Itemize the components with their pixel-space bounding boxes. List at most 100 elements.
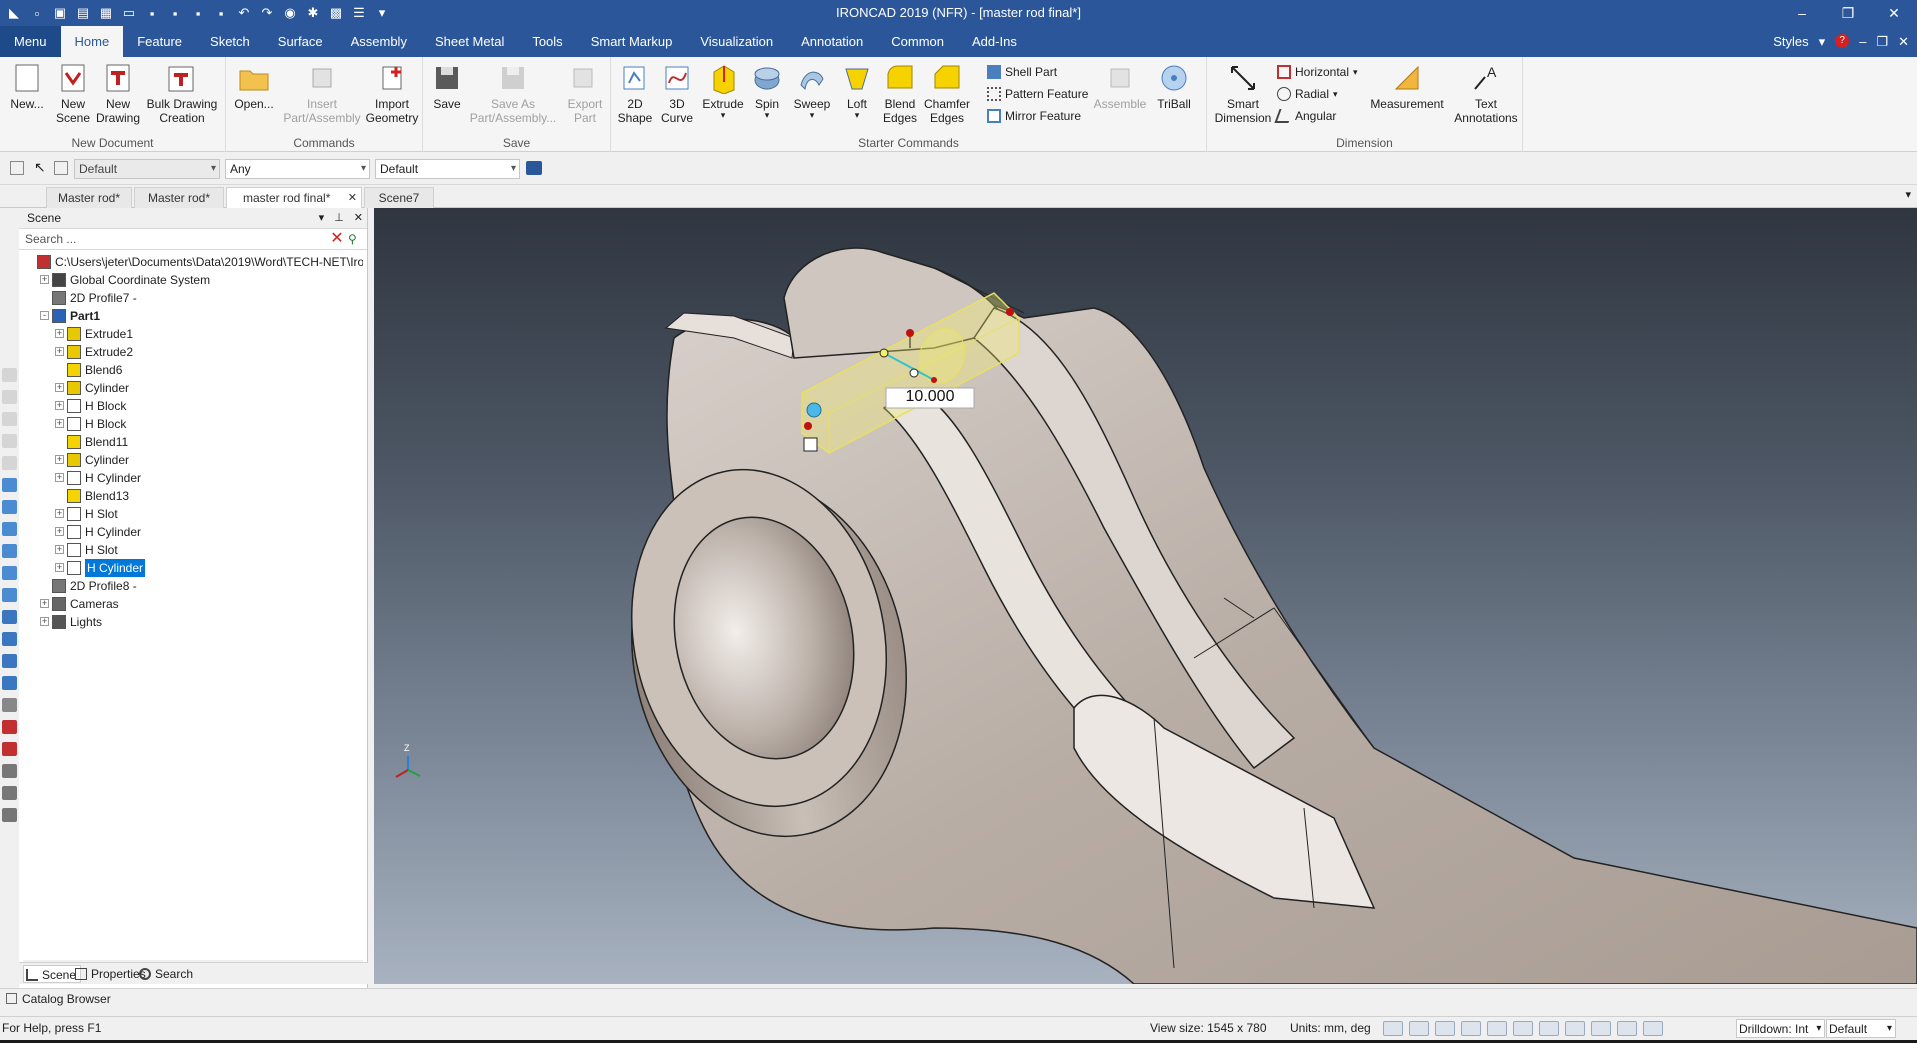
scene-search-input[interactable]: Search ... bbox=[25, 232, 76, 246]
radial-dimension-button[interactable]: Radial ▾ bbox=[1277, 85, 1338, 103]
tree-node[interactable]: + Extrude1 bbox=[23, 325, 363, 343]
tree-node-label[interactable]: Extrude2 bbox=[85, 343, 133, 361]
camera-tool-icon[interactable] bbox=[2, 742, 17, 756]
tree-node[interactable]: - Part1 bbox=[23, 307, 363, 325]
horizontal-dimension-button[interactable]: Horizontal ▾ bbox=[1277, 63, 1358, 81]
tool-icon-4[interactable] bbox=[2, 434, 17, 448]
ribbon-tab-common[interactable]: Common bbox=[877, 26, 958, 57]
scene-settings-icon[interactable]: ✱ bbox=[303, 3, 323, 23]
tab-close-icon[interactable]: ✕ bbox=[348, 188, 357, 208]
tree-node[interactable]: 2D Profile8 - bbox=[23, 577, 363, 595]
tree-node[interactable]: C:\Users\jeter\Documents\Data\2019\Word\… bbox=[23, 253, 363, 271]
tree-node[interactable]: Blend11 bbox=[23, 433, 363, 451]
minimize-button[interactable]: – bbox=[1779, 0, 1825, 26]
expand-icon[interactable]: + bbox=[40, 599, 49, 608]
panel-menu-icon[interactable]: ▾ bbox=[319, 208, 325, 229]
tool-icon-5[interactable] bbox=[2, 456, 17, 470]
tree-node-label[interactable]: H Cylinder bbox=[85, 559, 146, 577]
ribbon-minimize-icon[interactable]: – bbox=[1859, 26, 1866, 57]
tree-node[interactable]: + Extrude2 bbox=[23, 343, 363, 361]
tree-node-label[interactable]: Blend6 bbox=[85, 361, 122, 379]
spin-button[interactable]: Spin ▾ bbox=[747, 61, 787, 120]
loft-button[interactable]: Loft ▾ bbox=[837, 61, 877, 120]
view-cube-icon[interactable] bbox=[2, 478, 17, 492]
tree-node-label[interactable]: Blend13 bbox=[85, 487, 129, 505]
expand-icon[interactable]: + bbox=[55, 563, 64, 572]
tree-node[interactable]: + H Block bbox=[23, 397, 363, 415]
tree-node-label[interactable]: Global Coordinate System bbox=[70, 271, 210, 289]
export-part-button[interactable]: Export Part bbox=[563, 61, 607, 125]
tool-icon-2[interactable] bbox=[2, 390, 17, 404]
tool-icon-1[interactable] bbox=[2, 368, 17, 382]
tree-node-label[interactable]: H Block bbox=[85, 415, 126, 433]
tab-master-rod-1[interactable]: Master rod* bbox=[46, 187, 132, 208]
export-icon[interactable]: ▪ bbox=[188, 3, 208, 23]
new-scene-icon[interactable]: ▣ bbox=[50, 3, 70, 23]
help-icon[interactable]: ? bbox=[1835, 34, 1850, 48]
save-as-icon[interactable]: ▪ bbox=[165, 3, 185, 23]
tree-node-label[interactable]: Cylinder bbox=[85, 379, 129, 397]
ribbon-tab-sheet-metal[interactable]: Sheet Metal bbox=[421, 26, 518, 57]
tree-node[interactable]: + Cylinder bbox=[23, 379, 363, 397]
ribbon-tab-visualization[interactable]: Visualization bbox=[686, 26, 787, 57]
standard-views-icon[interactable] bbox=[1461, 1021, 1481, 1036]
display-mode-icon[interactable] bbox=[1539, 1021, 1559, 1036]
3d-curve-button[interactable]: 3D Curve bbox=[657, 61, 697, 125]
expand-icon[interactable]: + bbox=[55, 527, 64, 536]
tab-master-rod-final[interactable]: master rod final* ✕ bbox=[226, 187, 362, 208]
panel-pin-icon[interactable]: ⊥ bbox=[334, 208, 344, 229]
globe-icon[interactable]: ◉ bbox=[280, 3, 300, 23]
tree-node[interactable]: + H Cylinder bbox=[23, 523, 363, 541]
expand-icon[interactable]: + bbox=[55, 401, 64, 410]
tree-node[interactable]: 2D Profile7 - bbox=[23, 289, 363, 307]
redo-icon[interactable]: ↷ bbox=[257, 3, 277, 23]
selection-filter-icon[interactable] bbox=[1617, 1021, 1637, 1036]
orbit-tool-icon[interactable] bbox=[2, 786, 17, 800]
expand-icon[interactable]: + bbox=[55, 473, 64, 482]
undo-icon[interactable]: ↶ bbox=[234, 3, 254, 23]
tree-node[interactable]: + Global Coordinate System bbox=[23, 271, 363, 289]
tree-node-label[interactable]: Blend11 bbox=[85, 433, 128, 451]
render-combo[interactable]: Default bbox=[375, 159, 520, 179]
ribbon-tab-smart-markup[interactable]: Smart Markup bbox=[577, 26, 687, 57]
ribbon-close-icon[interactable]: ✕ bbox=[1898, 26, 1909, 57]
tree-node[interactable]: + Cylinder bbox=[23, 451, 363, 469]
pointer-icon[interactable]: ↖ bbox=[34, 159, 46, 176]
expand-icon[interactable]: + bbox=[55, 509, 64, 518]
new-file-icon[interactable]: ▫ bbox=[27, 3, 47, 23]
import-geometry-button[interactable]: Import Geometry bbox=[364, 61, 420, 125]
tree-node[interactable]: + Lights bbox=[23, 613, 363, 631]
shell-part-button[interactable]: Shell Part bbox=[987, 63, 1057, 81]
style-combo[interactable]: Default bbox=[74, 159, 220, 179]
tree-node[interactable]: + H Slot bbox=[23, 505, 363, 523]
tab-master-rod-2[interactable]: Master rod* bbox=[134, 187, 224, 208]
3d-viewport[interactable]: 10.000 Z bbox=[374, 208, 1917, 984]
tree-node[interactable]: + H Block bbox=[23, 415, 363, 433]
filter-combo[interactable]: Any bbox=[225, 159, 370, 179]
tree-node-label[interactable]: 2D Profile7 - bbox=[70, 289, 137, 307]
app-icon[interactable]: ◣ bbox=[4, 3, 24, 23]
extrude-button[interactable]: Extrude ▾ bbox=[701, 61, 745, 120]
render-edges-icon[interactable] bbox=[2, 676, 17, 690]
tree-node[interactable]: + H Cylinder bbox=[23, 469, 363, 487]
tree-node-label[interactable]: H Cylinder bbox=[85, 469, 141, 487]
print-icon[interactable]: ▪ bbox=[211, 3, 231, 23]
tool-icon-3[interactable] bbox=[2, 412, 17, 426]
tab-properties[interactable]: Properties bbox=[73, 965, 146, 983]
insert-part-button[interactable]: Insert Part/Assembly bbox=[282, 61, 362, 125]
close-button[interactable]: ✕ bbox=[1871, 0, 1917, 26]
zoom-icon[interactable] bbox=[1409, 1021, 1429, 1036]
open-button[interactable]: Open... bbox=[232, 61, 276, 111]
search-options-icon[interactable]: ⚲ bbox=[348, 231, 364, 247]
ribbon-tab-sketch[interactable]: Sketch bbox=[196, 26, 264, 57]
expand-icon[interactable]: + bbox=[40, 275, 49, 284]
tree-node-label[interactable]: 2D Profile8 - bbox=[70, 577, 137, 595]
new-button[interactable]: New... bbox=[6, 61, 48, 111]
tree-node-label[interactable]: Lights bbox=[70, 613, 102, 631]
customize-qat-icon[interactable]: ▾ bbox=[372, 3, 392, 23]
menu-tab[interactable]: Menu bbox=[0, 26, 61, 57]
expand-icon[interactable]: + bbox=[55, 545, 64, 554]
render-shaded-icon[interactable] bbox=[2, 610, 17, 624]
catalog-browser-bar[interactable]: Catalog Browser bbox=[0, 988, 1917, 1008]
ribbon-restore-icon[interactable]: ❐ bbox=[1876, 26, 1888, 57]
